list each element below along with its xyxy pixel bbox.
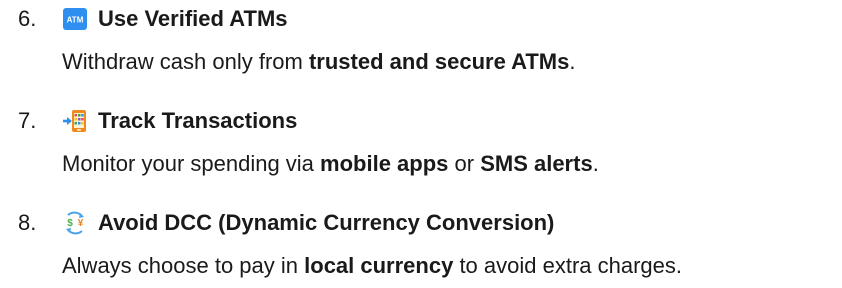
item-number: 7. [18,108,37,133]
tips-list: 6. ATM Use Verified ATMs Withdraw cash o… [0,0,842,284]
item-number: 8. [18,210,37,235]
item-description: Monitor your spending via mobile apps or… [62,151,599,176]
atm-sign-icon: ATM [62,7,88,31]
item-description: Always choose to pay in local currency t… [62,253,683,278]
item-heading: ATM Use Verified ATMs [62,4,288,34]
item-title: Use Verified ATMs [98,6,288,31]
currency-exchange-icon: $ ¥ [62,211,88,235]
svg-text:¥: ¥ [78,218,84,229]
item-title: Track Transactions [98,108,298,133]
item-heading: Track Transactions [62,106,297,136]
item-number: 6. [18,6,37,31]
item-title: Avoid DCC (Dynamic Currency Conversion) [98,210,555,235]
list-item: 6. ATM Use Verified ATMs Withdraw cash o… [0,4,842,84]
svg-text:$: $ [67,218,73,229]
list-item: 8. $ ¥ Avoid DCC (Dynamic Currency Conve… [0,208,842,288]
item-description: Withdraw cash only from trusted and secu… [62,49,576,74]
item-heading: $ ¥ Avoid DCC (Dynamic Currency Conversi… [62,208,554,238]
list-item: 7. Track Transactions Monitor your spend… [0,106,842,186]
svg-text:ATM: ATM [67,16,84,25]
mobile-phone-with-arrow-icon [62,109,88,133]
